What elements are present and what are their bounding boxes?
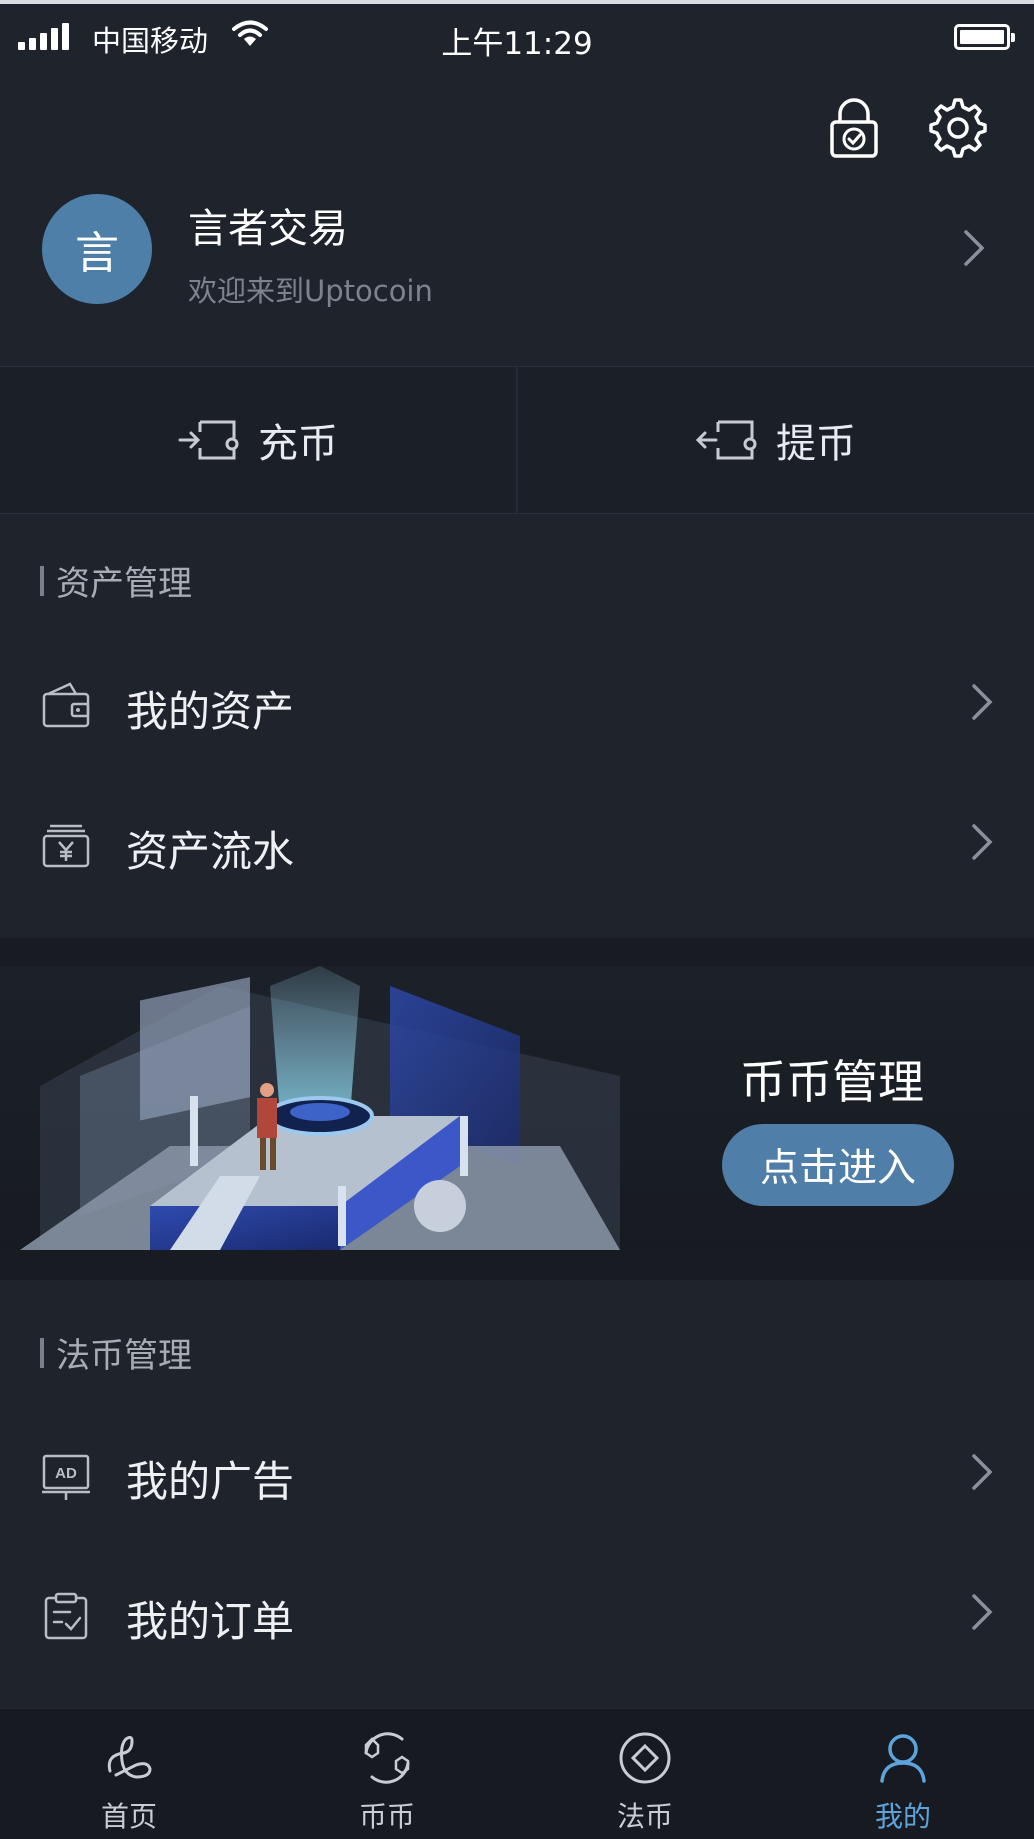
section-title-text: 法币管理 [56,1336,192,1376]
chevron-right-icon [972,684,993,720]
gear-icon [929,98,987,158]
tab-profile[interactable]: 我的 [774,1709,1032,1839]
enter-button[interactable]: 点击进入 [722,1124,954,1206]
profile-row[interactable]: 言 言者交易 欢迎来到Uptocoin [0,176,1034,316]
tab-fiat[interactable]: 法币 [516,1709,774,1839]
wallet-icon [42,682,90,728]
banner-title: 币币管理 [740,1055,924,1109]
asset-management-section: 资产管理 我的资产 资产流水 [0,514,1034,938]
ad-icon: AD [42,1454,90,1500]
avatar: 言 [42,194,152,304]
tab-coin-exchange[interactable]: 币币 [258,1709,516,1839]
status-time: 上午11:29 [441,26,593,62]
banner-card: 币币管理 点击进入 [0,966,1034,1250]
deposit-label: 充币 [258,421,338,467]
section-marker [40,565,44,596]
quick-actions-bar: 充币 提币 [0,366,1034,514]
chevron-right-icon [972,1594,993,1630]
row-label: 我的广告 [126,1457,295,1506]
fiat-management-section: 法币管理 AD 我的广告 我的订单 [0,1280,1034,1708]
my-ads-row[interactable]: AD 我的广告 [0,1414,1034,1534]
user-name: 言者交易 [188,206,348,252]
home-icon [107,1735,152,1779]
deposit-button[interactable]: 充币 [0,367,516,513]
section-title-text: 资产管理 [56,564,192,604]
chevron-right-icon [964,230,985,266]
withdraw-label: 提币 [776,421,856,467]
row-label: 资产流水 [126,827,295,876]
my-orders-row[interactable]: 我的订单 [0,1554,1034,1674]
tab-label: 法币 [616,1800,673,1833]
tab-home[interactable]: 首页 [0,1709,258,1839]
battery-icon [954,24,1015,50]
tab-label: 首页 [100,1800,157,1833]
row-label: 我的订单 [126,1597,295,1646]
status-bar: 中国移动 上午11:29 [0,0,1034,66]
profile-header: 言 言者交易 欢迎来到Uptocoin [0,66,1034,366]
order-icon [44,1592,88,1640]
lock-icon [830,98,878,158]
yuan-ledger-icon [42,824,90,868]
coin-management-banner[interactable]: 币币管理 点击进入 [0,938,1034,1280]
chevron-right-icon [972,1454,993,1490]
section-marker [40,1337,44,1368]
welcome-text: 欢迎来到Uptocoin [188,274,433,308]
svg-text:AD: AD [55,1465,77,1482]
section-title: 法币管理 [40,1328,192,1377]
my-assets-row[interactable]: 我的资产 [0,644,1034,764]
withdraw-button[interactable]: 提币 [518,367,1034,513]
deposit-icon [178,420,239,460]
tab-label: 币币 [358,1800,415,1833]
settings-button[interactable] [926,96,990,160]
tab-label: 我的 [874,1800,931,1833]
fiat-icon [619,1732,671,1784]
withdraw-icon [696,420,757,460]
row-label: 我的资产 [126,687,295,736]
security-lock-button[interactable] [826,96,882,160]
banner-illustration [20,966,620,1250]
coin-exchange-icon [364,1732,410,1784]
bottom-tab-bar: 首页 币币 法币 我的 [0,1708,1034,1839]
chevron-right-icon [972,824,993,860]
profile-icon [880,1734,926,1783]
asset-ledger-row[interactable]: 资产流水 [0,784,1034,904]
section-title: 资产管理 [40,556,192,605]
